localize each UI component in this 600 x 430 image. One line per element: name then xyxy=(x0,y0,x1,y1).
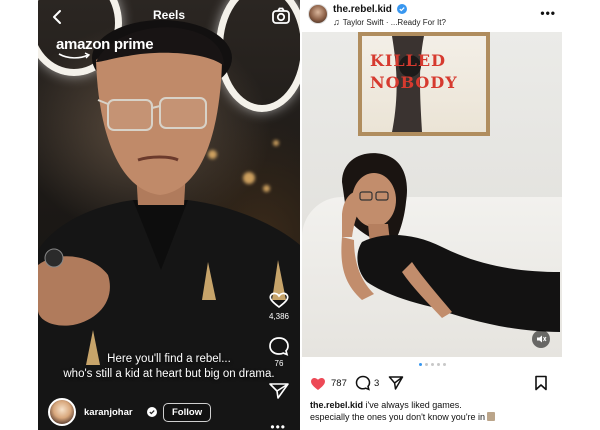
post-header: the.rebel.kid ♫ Taylor Swift · ...Ready F… xyxy=(302,0,562,32)
carousel-indicator xyxy=(302,363,562,366)
carousel-dot xyxy=(442,363,446,366)
camera-icon[interactable] xyxy=(270,5,292,27)
caption-text: i've always liked games. xyxy=(365,400,462,410)
heart-icon[interactable] xyxy=(264,290,294,310)
reel-caption-line: Here you'll find a rebel... xyxy=(107,353,231,365)
caption-username[interactable]: the.rebel.kid xyxy=(310,400,363,410)
amazon-smile-icon xyxy=(58,52,91,59)
share-icon[interactable] xyxy=(388,375,404,391)
verified-icon xyxy=(397,4,407,14)
verified-icon xyxy=(147,407,157,417)
page-title: Reels xyxy=(152,8,186,22)
emoji-icon xyxy=(487,412,496,421)
carousel-dot xyxy=(424,363,428,366)
avatar[interactable] xyxy=(308,4,328,24)
carousel-dot-active xyxy=(418,363,422,366)
mute-icon[interactable] xyxy=(532,330,550,348)
carousel-dot xyxy=(430,363,434,366)
reel-caption-line: who's still a kid at heart but big on dr… xyxy=(63,368,275,380)
amazon-prime-logo: amazon prime xyxy=(56,36,154,59)
reel-user-row: karanjohar Follow ••• xyxy=(48,398,298,430)
more-icon[interactable]: ••• xyxy=(270,420,286,430)
bookmark-icon[interactable] xyxy=(534,375,548,391)
reel-like-count: 4,386 xyxy=(268,312,290,321)
carousel-dot xyxy=(436,363,440,366)
brand-logo-text: amazon prime xyxy=(56,36,154,53)
heart-filled-icon[interactable] xyxy=(310,376,326,391)
post-caption: the.rebel.kid i've always liked games. e… xyxy=(310,399,560,423)
reel-top-bar: Reels xyxy=(38,0,300,32)
avatar[interactable] xyxy=(48,398,76,426)
send-icon[interactable] xyxy=(264,380,294,400)
post-music-text: Taylor Swift · ...Ready For It? xyxy=(342,18,446,27)
reel-caption: Here you'll find a rebel... who's still … xyxy=(52,352,286,382)
post-comment-count: 3 xyxy=(374,378,380,389)
post-panel: the.rebel.kid ♫ Taylor Swift · ...Ready F… xyxy=(302,0,562,430)
reel-side-actions: 4,386 76 xyxy=(264,290,294,400)
post-like-count: 787 xyxy=(331,378,347,389)
post-photo-woman xyxy=(341,153,560,332)
reel-username[interactable]: karanjohar xyxy=(84,407,133,418)
reel-panel[interactable]: Reels amazon prime 4,386 76 Here you'll … xyxy=(38,0,300,430)
post-username[interactable]: the.rebel.kid xyxy=(333,4,392,15)
comment-icon[interactable] xyxy=(355,375,371,391)
music-note-icon: ♫ xyxy=(333,17,340,27)
post-music-link[interactable]: ♫ Taylor Swift · ...Ready For It? xyxy=(333,17,446,27)
post-image[interactable]: KILLED NOBODY xyxy=(302,32,562,357)
caption-text: especially the ones you don't know you'r… xyxy=(310,412,486,422)
post-actions: 787 3 xyxy=(310,374,560,394)
more-icon[interactable]: ••• xyxy=(540,6,556,20)
follow-button[interactable]: Follow xyxy=(163,403,212,422)
